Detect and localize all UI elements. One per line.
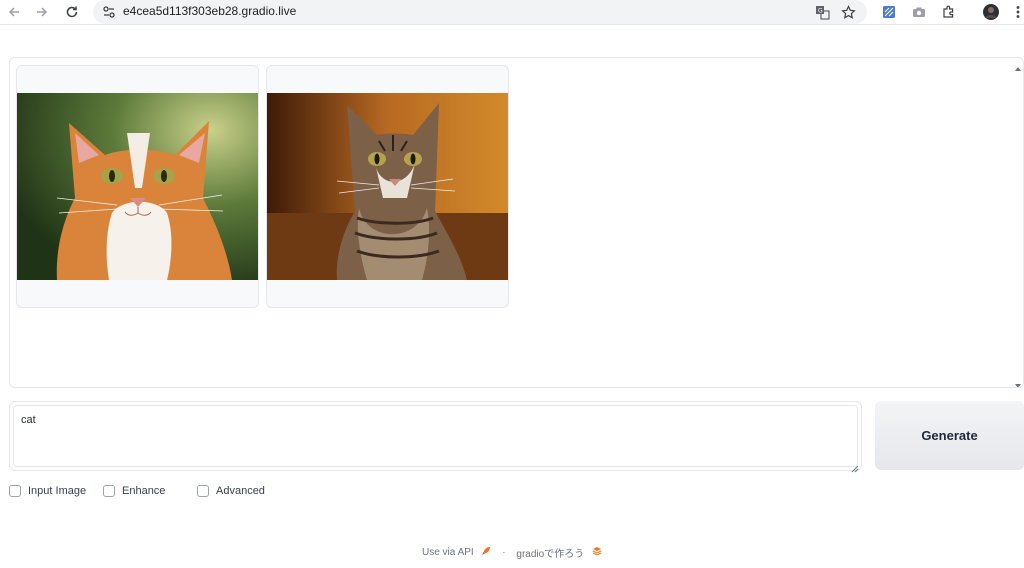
prompt-container: cat	[9, 401, 862, 473]
profile-avatar[interactable]	[982, 3, 1000, 21]
checkbox-label: Enhance	[122, 485, 166, 497]
address-bar[interactable]: e4cea5d113f303eb28.gradio.live G	[93, 0, 867, 24]
prompt-input[interactable]: cat	[13, 405, 858, 467]
forward-arrow-icon[interactable]	[33, 3, 51, 21]
checkbox-label: Advanced	[216, 485, 265, 497]
site-info-icon[interactable]	[101, 4, 117, 20]
screenshot-camera-icon[interactable]	[910, 3, 928, 21]
extension-icon[interactable]	[880, 3, 898, 21]
checkbox-enhance[interactable]: Enhance	[103, 485, 165, 497]
cat-image-tabby	[267, 93, 508, 280]
checkbox-input-image[interactable]: Input Image	[9, 485, 86, 497]
svg-text:G: G	[818, 7, 823, 14]
gallery-image-1[interactable]	[16, 65, 259, 308]
url-text[interactable]: e4cea5d113f303eb28.gradio.live	[123, 4, 296, 18]
scroll-up-arrow-icon[interactable]	[1014, 60, 1022, 71]
checkbox-box[interactable]	[103, 485, 115, 497]
resize-handle-icon[interactable]	[851, 460, 859, 473]
checkbox-box[interactable]	[9, 485, 21, 497]
footer-separator: ·	[502, 547, 506, 558]
reload-icon[interactable]	[63, 3, 81, 21]
checkbox-box[interactable]	[197, 485, 209, 497]
gradio-logo-icon	[592, 546, 602, 559]
footer: Use via API · gradioで作ろう	[0, 545, 1024, 561]
kebab-menu-icon[interactable]	[1012, 3, 1024, 21]
rocket-icon	[481, 546, 491, 559]
cat-image-orange	[17, 93, 258, 280]
browser-toolbar: e4cea5d113f303eb28.gradio.live G	[0, 0, 1024, 25]
image-gallery	[9, 57, 1024, 388]
generate-button[interactable]: Generate	[875, 401, 1024, 470]
checkbox-label: Input Image	[28, 485, 87, 497]
checkbox-advanced[interactable]: Advanced	[197, 485, 265, 497]
built-with-gradio-link[interactable]: gradioで作ろう	[516, 545, 584, 560]
bookmark-star-icon[interactable]	[839, 3, 857, 21]
use-via-api-link[interactable]: Use via API	[422, 547, 474, 558]
extensions-puzzle-icon[interactable]	[940, 3, 958, 21]
back-arrow-icon[interactable]	[5, 3, 23, 21]
scroll-down-arrow-icon[interactable]	[1014, 377, 1022, 387]
gallery-image-2[interactable]	[266, 65, 509, 308]
translate-icon[interactable]: G	[813, 3, 831, 21]
